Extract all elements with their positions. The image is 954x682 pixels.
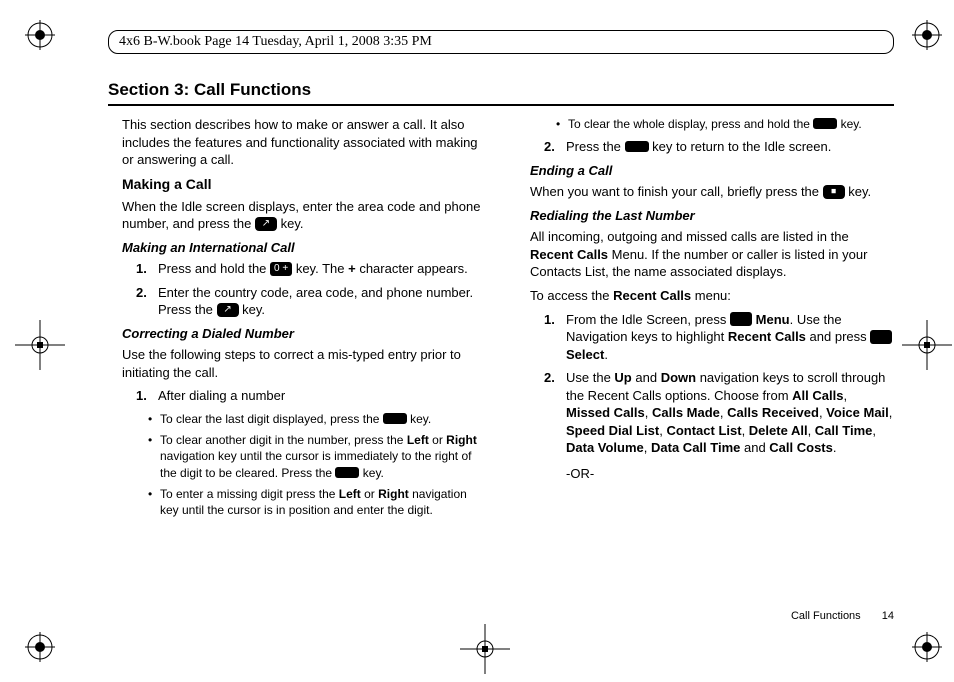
ending-call-text: When you want to finish your call, brief… [530, 183, 894, 201]
making-a-call-text: When the Idle screen displays, enter the… [122, 198, 486, 233]
intl-step-2: 2. Enter the country code, area code, an… [136, 284, 486, 319]
registration-mark-tr [912, 20, 942, 50]
making-a-call-heading: Making a Call [122, 175, 486, 194]
correct-step-2: 2. Press the key to return to the Idle s… [544, 138, 894, 156]
registration-mark-br [912, 632, 942, 662]
ending-call-heading: Ending a Call [530, 162, 894, 180]
page-content: Section 3: Call Functions This section d… [108, 80, 894, 622]
clear-key-icon [383, 413, 407, 424]
softkey-icon [870, 330, 892, 344]
left-column: This section describes how to make or an… [108, 116, 486, 524]
intro-paragraph: This section describes how to make or an… [122, 116, 486, 169]
page-number: 14 [882, 610, 894, 622]
framemaker-header: 4x6 B-W.book Page 14 Tuesday, April 1, 2… [108, 30, 894, 54]
access-recent-calls: To access the Recent Calls menu: [530, 287, 894, 305]
crop-mark-bottom [460, 624, 510, 674]
send-key-icon: ↗ [255, 217, 277, 231]
intl-step-1: 1. Press and hold the 0 + key. The + cha… [136, 260, 486, 278]
redial-step-2: 2. Use the Up and Down navigation keys t… [544, 369, 894, 482]
correct-bullet-1: To clear the last digit displayed, press… [148, 411, 486, 427]
correcting-heading: Correcting a Dialed Number [122, 325, 486, 343]
or-text: -OR- [566, 465, 894, 483]
redial-step-1: 1. From the Idle Screen, press Menu. Use… [544, 311, 894, 364]
section-title: Section 3: Call Functions [108, 80, 894, 106]
correct-bullet-2: To clear another digit in the number, pr… [148, 432, 486, 481]
correct-step-1: 1.After dialing a number [136, 387, 486, 405]
redial-heading: Redialing the Last Number [530, 207, 894, 225]
correct-bullet-3: To enter a missing digit press the Left … [148, 486, 486, 518]
crop-mark-right [902, 320, 952, 370]
clear-key-icon [335, 467, 359, 478]
header-text: 4x6 B-W.book Page 14 Tuesday, April 1, 2… [119, 34, 432, 49]
right-column: To clear the whole display, press and ho… [516, 116, 894, 524]
registration-mark-tl [25, 20, 55, 50]
correct-bullet-4: To clear the whole display, press and ho… [556, 116, 894, 132]
clear-key-icon [813, 118, 837, 129]
zero-plus-key-icon: 0 + [270, 262, 292, 276]
footer-label: Call Functions [791, 610, 861, 622]
registration-mark-bl [25, 632, 55, 662]
redial-paragraph: All incoming, outgoing and missed calls … [530, 228, 894, 281]
page-footer: Call Functions 14 [791, 610, 894, 622]
correcting-intro: Use the following steps to correct a mis… [122, 346, 486, 381]
send-key-icon: ↗ [217, 303, 239, 317]
crop-mark-left [15, 320, 65, 370]
softkey-icon [730, 312, 752, 326]
end-key-icon: ⏹ [823, 185, 845, 199]
end-key-icon [625, 141, 649, 152]
intl-call-heading: Making an International Call [122, 239, 486, 257]
